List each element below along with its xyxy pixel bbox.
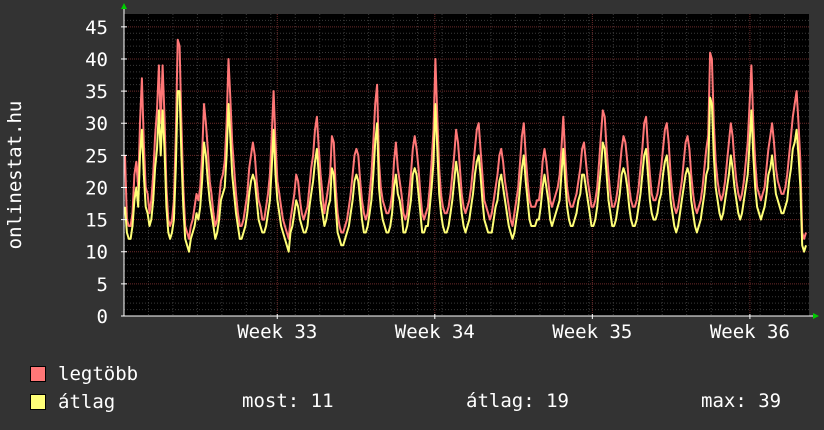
y-tick-label: 45 (85, 17, 108, 39)
y-tick-label: 20 (85, 177, 108, 199)
x-tick-label: Week 34 (395, 321, 475, 343)
y-tick-label: 10 (85, 242, 108, 264)
x-axis-arrow-icon (813, 313, 819, 319)
legend-swatch-legtobb (30, 366, 46, 382)
y-tick-label: 30 (85, 113, 108, 135)
legend-swatch-atlag (30, 394, 46, 410)
legend-label-atlag: átlag (58, 391, 116, 413)
y-tick-label: 25 (85, 145, 108, 167)
y-axis-label: onlinestat.hu (4, 101, 26, 250)
legend-item-atlag: átlag (30, 390, 115, 414)
legend-item-legtobb: legtöbb (30, 362, 138, 386)
y-tick-label: 15 (85, 210, 108, 232)
y-tick-label: 40 (85, 49, 108, 71)
stat-max: max: 39 (701, 390, 782, 412)
y-tick-label: 35 (85, 81, 108, 103)
stat-atlag: átlag: 19 (466, 390, 569, 412)
legend-label-legtobb: legtöbb (58, 363, 139, 385)
x-tick-label: Week 35 (552, 321, 632, 343)
x-tick-labels: Week 33 Week 34 Week 35 Week 36 (237, 321, 790, 343)
x-tick-label: Week 36 (710, 321, 790, 343)
x-tick-label: Week 33 (237, 321, 317, 343)
y-tick-label: 0 (97, 306, 108, 328)
stat-most: most: 11 (242, 390, 334, 412)
y-tick-labels: 0 5 10 15 20 25 30 35 40 45 (85, 17, 108, 328)
y-axis-arrow-icon (121, 3, 127, 9)
y-tick-label: 5 (97, 274, 108, 296)
chart-panel: 0 5 10 15 20 25 30 35 40 45 Week 33 Week 34 Week 35… (0, 0, 824, 430)
